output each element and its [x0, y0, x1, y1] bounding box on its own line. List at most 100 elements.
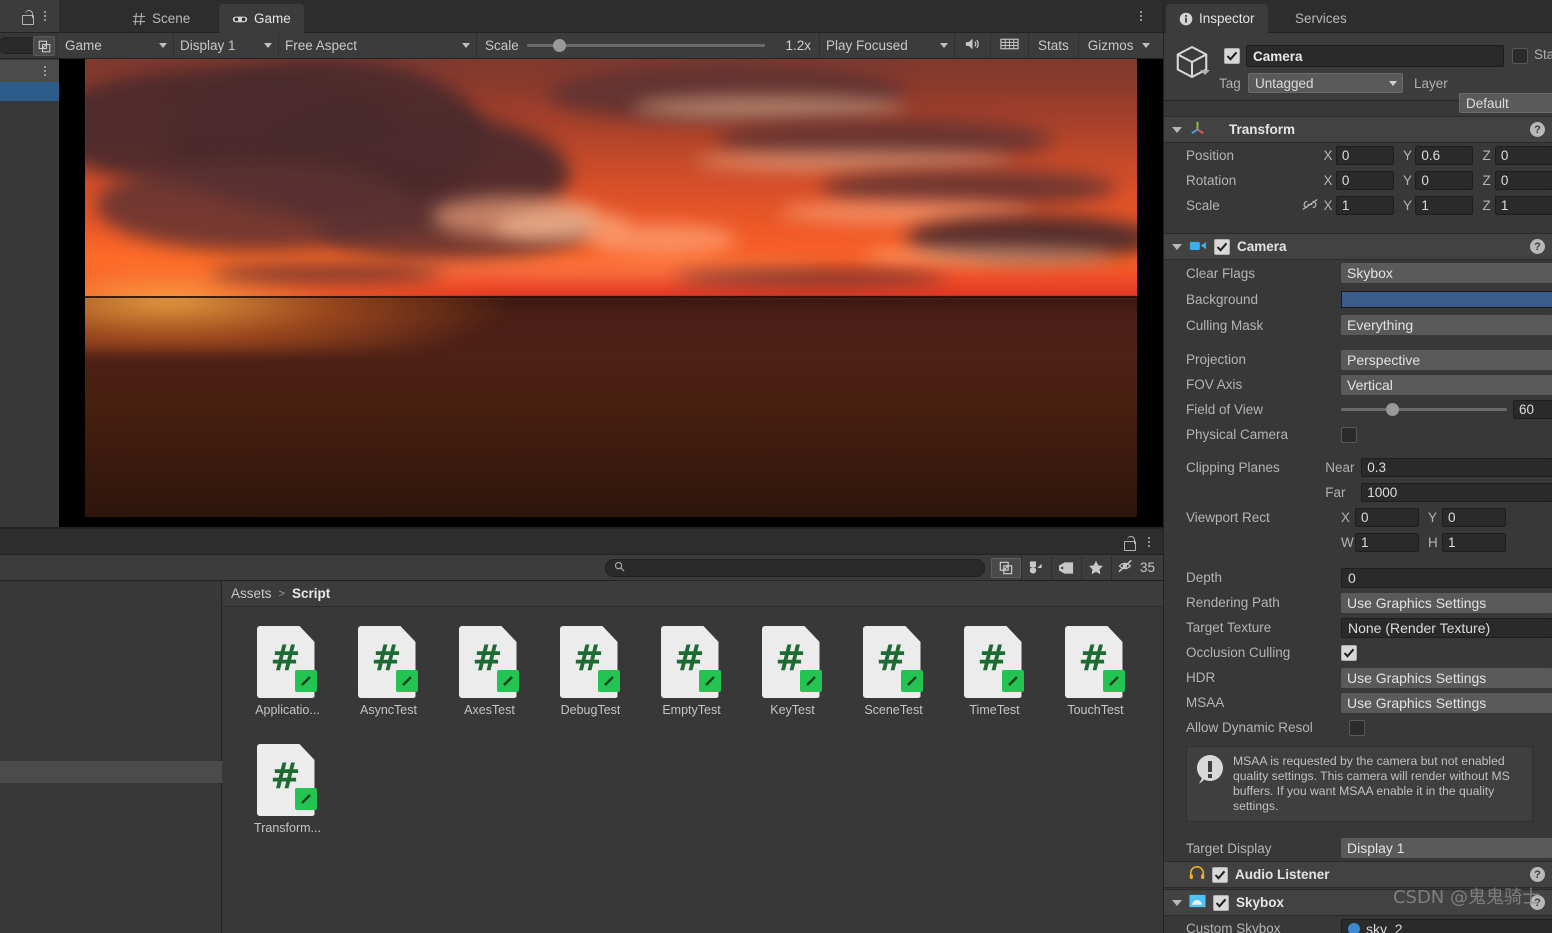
prefab-dropdown-caret-icon[interactable]	[1200, 70, 1210, 75]
asset-item[interactable]: # Transform...	[237, 740, 338, 858]
layer-dropdown[interactable]: Default	[1459, 93, 1552, 113]
occlusion-culling-checkbox[interactable]	[1341, 644, 1357, 661]
project-search[interactable]	[604, 558, 985, 577]
breadcrumb-assets[interactable]: Assets	[231, 586, 272, 601]
depth-field[interactable]: 0	[1341, 567, 1552, 588]
target-display-dropdown[interactable]: Display 1	[1341, 838, 1552, 858]
asset-item[interactable]: # TouchTest	[1045, 622, 1146, 740]
scale-control[interactable]: Scale 1.2x	[477, 33, 820, 58]
near-field[interactable]: 0.3	[1361, 458, 1552, 477]
projection-dropdown[interactable]: Perspective	[1341, 349, 1552, 370]
viewport-y-field[interactable]: 0	[1442, 508, 1506, 527]
fov-value-field[interactable]: 60	[1513, 400, 1552, 419]
breadcrumb-current[interactable]: Script	[292, 586, 330, 601]
static-checkbox[interactable]	[1512, 48, 1528, 64]
msaa-dropdown[interactable]: Use Graphics Settings	[1341, 692, 1552, 713]
scale-y-field[interactable]: 1	[1415, 196, 1474, 215]
rotation-x-field[interactable]: 0	[1335, 171, 1394, 190]
aspect-dropdown[interactable]: Free Aspect	[279, 33, 477, 58]
play-focus-dropdown[interactable]: Play Focused	[820, 33, 955, 58]
position-y-field[interactable]: 0.6	[1415, 146, 1474, 165]
asset-item[interactable]: # SceneTest	[843, 622, 944, 740]
favorite-star-icon[interactable]	[1080, 555, 1111, 580]
foldout-icon[interactable]	[1172, 126, 1182, 133]
camera-header[interactable]: Camera ?	[1164, 233, 1552, 260]
asset-item[interactable]: # EmptyTest	[641, 622, 742, 740]
asset-item[interactable]: # KeyTest	[742, 622, 843, 740]
scale-slider[interactable]	[526, 39, 765, 52]
tab-scene[interactable]: Scene	[119, 4, 203, 33]
clear-flags-dropdown[interactable]: Skybox	[1341, 263, 1552, 283]
stats-button[interactable]: Stats	[1029, 33, 1079, 58]
project-menu-icon[interactable]	[1142, 534, 1156, 550]
expand-icon[interactable]	[990, 557, 1021, 578]
culling-mask-dropdown[interactable]: Everything	[1341, 315, 1552, 335]
viewport-w-field[interactable]: 1	[1355, 533, 1419, 552]
far-field[interactable]: 1000	[1361, 483, 1552, 502]
audio-listener-enabled-checkbox[interactable]	[1212, 866, 1228, 883]
transform-header[interactable]: Transform ?	[1164, 116, 1552, 143]
linked-off-icon[interactable]	[1301, 198, 1323, 214]
hdr-dropdown[interactable]: Use Graphics Settings	[1341, 667, 1552, 688]
rotation-y-field[interactable]: 0	[1415, 171, 1474, 190]
position-x-field[interactable]: 0	[1335, 146, 1394, 165]
background-color-field[interactable]	[1341, 290, 1552, 308]
asset-item[interactable]: # AxesTest	[439, 622, 540, 740]
gameobject-name-field[interactable]: Camera	[1246, 45, 1504, 67]
help-icon[interactable]: ?	[1530, 122, 1545, 137]
tab-game[interactable]: Game	[219, 4, 304, 33]
allow-dynamic-checkbox[interactable]	[1349, 719, 1365, 736]
asset-item[interactable]: # AsyncTest	[338, 622, 439, 740]
fov-axis-dropdown[interactable]: Vertical	[1341, 374, 1552, 395]
tab-services[interactable]: Services	[1282, 4, 1360, 33]
skybox-enabled-checkbox[interactable]	[1213, 894, 1229, 911]
gameobject-enabled-checkbox[interactable]	[1224, 48, 1240, 64]
help-icon[interactable]: ?	[1530, 239, 1545, 254]
script-edit-badge-icon	[900, 670, 923, 692]
scale-slider-knob[interactable]	[552, 39, 566, 52]
asset-item[interactable]: # DebugTest	[540, 622, 641, 740]
project-search-input[interactable]	[630, 560, 976, 575]
project-tree-highlight-row[interactable]	[0, 761, 222, 783]
asset-item[interactable]: # Applicatio...	[237, 622, 338, 740]
camera-enabled-checkbox[interactable]	[1214, 238, 1230, 255]
foldout-icon[interactable]	[1172, 899, 1182, 906]
game-render-canvas[interactable]	[59, 59, 1163, 527]
tag-dropdown[interactable]: Untagged	[1248, 73, 1403, 93]
new-asset-icon[interactable]	[1020, 555, 1051, 580]
hierarchy-menu-icon[interactable]	[38, 8, 52, 24]
rendering-path-dropdown[interactable]: Use Graphics Settings	[1341, 592, 1552, 613]
fov-slider[interactable]	[1341, 403, 1507, 416]
asset-item[interactable]: # TimeTest	[944, 622, 1045, 740]
scale-x-field[interactable]: 1	[1335, 196, 1394, 215]
scale-z-field[interactable]: 1	[1494, 196, 1552, 215]
tab-inspector[interactable]: Inspector	[1166, 4, 1268, 33]
camera-icon	[1189, 239, 1207, 255]
physical-camera-checkbox[interactable]	[1341, 426, 1357, 443]
scene-row-menu-icon[interactable]	[38, 63, 52, 79]
position-z-field[interactable]: 0	[1494, 146, 1552, 165]
lock-icon[interactable]	[20, 9, 34, 25]
target-texture-field[interactable]: None (Render Texture)	[1341, 617, 1552, 638]
hierarchy-scene-row[interactable]	[0, 60, 59, 82]
mute-audio-button[interactable]	[955, 33, 991, 58]
gizmos-dropdown[interactable]	[1138, 33, 1158, 58]
project-folder-tree[interactable]	[0, 581, 222, 933]
fov-slider-knob[interactable]	[1385, 403, 1399, 416]
foldout-icon[interactable]	[1172, 243, 1182, 250]
label-tag-icon[interactable]	[1050, 555, 1081, 580]
game-view-menu-icon[interactable]	[1134, 8, 1148, 24]
viewport-x-field[interactable]: 0	[1355, 508, 1419, 527]
stats-grid-button[interactable]	[991, 33, 1029, 58]
expand-all-icon[interactable]	[33, 36, 55, 56]
rotation-z-field[interactable]: 0	[1494, 171, 1552, 190]
hierarchy-selected-row[interactable]	[0, 82, 59, 101]
display-dropdown[interactable]: Display 1	[174, 33, 279, 58]
lock-icon[interactable]	[1122, 535, 1136, 551]
viewport-h-field[interactable]: 1	[1442, 533, 1506, 552]
hidden-assets-count[interactable]: 35	[1110, 555, 1163, 580]
custom-skybox-field[interactable]: sky_2	[1341, 918, 1552, 933]
play-mode-dropdown[interactable]: Game	[59, 33, 174, 58]
help-icon[interactable]: ?	[1530, 867, 1545, 882]
gizmos-button[interactable]: Gizmos	[1079, 33, 1138, 58]
